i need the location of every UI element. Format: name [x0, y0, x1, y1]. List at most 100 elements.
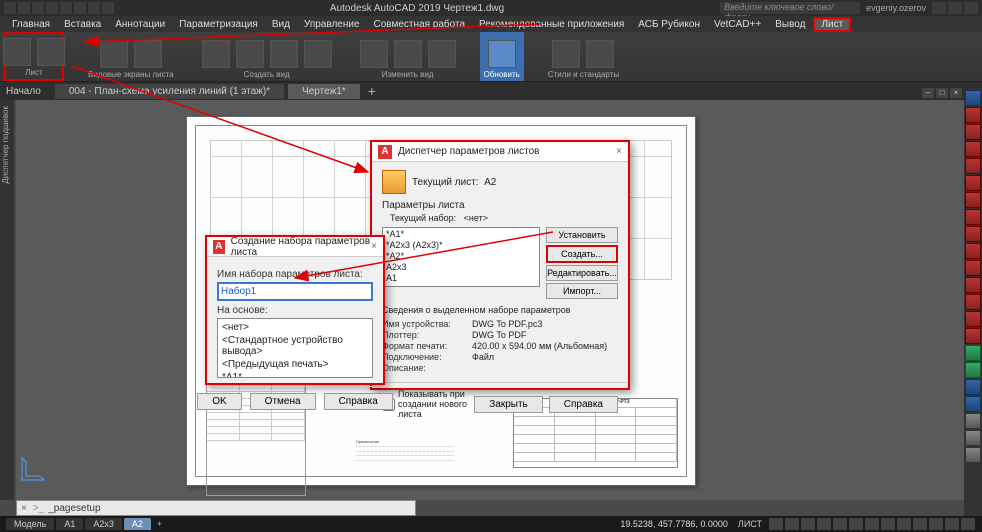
style-b-icon[interactable] [586, 40, 614, 68]
list-item[interactable]: *A1* [220, 371, 370, 378]
palette-icon[interactable] [965, 226, 981, 242]
quick-access-toolbar[interactable] [4, 2, 114, 14]
command-line[interactable]: × >_ _pagesetup [16, 500, 416, 516]
palette-icon[interactable] [965, 413, 981, 429]
edit-button[interactable]: Редактировать... [546, 265, 618, 281]
close-icon[interactable] [964, 2, 978, 14]
list-item[interactable]: A1 [386, 273, 536, 284]
new-tab-button[interactable]: + [364, 83, 380, 99]
qat-redo-icon[interactable] [102, 2, 114, 14]
menu-output[interactable]: Вывод [769, 19, 811, 30]
symbol-icon[interactable] [428, 40, 456, 68]
setname-input[interactable] [217, 282, 373, 301]
minimize-icon[interactable] [932, 2, 946, 14]
detail-view-icon[interactable] [304, 40, 332, 68]
layout-tab-a2[interactable]: A2 [124, 518, 151, 530]
list-item[interactable]: *A2* [386, 251, 536, 262]
palette-icon[interactable] [965, 107, 981, 123]
status-units-icon[interactable] [897, 518, 911, 530]
list-item[interactable]: <Стандартное устройство вывода> [220, 334, 370, 358]
help-button[interactable]: Справка [324, 393, 393, 410]
edit-view-icon[interactable] [360, 40, 388, 68]
file-tab-1[interactable]: Чертеж1* [288, 84, 360, 99]
list-item[interactable]: <Предыдущая печать> [220, 358, 370, 371]
palette-icon[interactable] [965, 277, 981, 293]
viewport-rect-icon[interactable] [100, 40, 128, 68]
sheetset-palette[interactable]: Диспетчер подшивок [0, 100, 14, 500]
status-ortho-icon[interactable] [801, 518, 815, 530]
edit-comp-icon[interactable] [394, 40, 422, 68]
qat-undo-icon[interactable] [88, 2, 100, 14]
menu-parametric[interactable]: Параметризация [173, 19, 264, 30]
palette-icon[interactable] [965, 243, 981, 259]
create-button[interactable]: Создать... [546, 245, 618, 263]
cmdline-close-icon[interactable]: × [21, 503, 27, 514]
section-view-icon[interactable] [270, 40, 298, 68]
qat-save-icon[interactable] [46, 2, 58, 14]
menu-rubicon[interactable]: АСБ Рубикон [632, 19, 706, 30]
proj-view-icon[interactable] [236, 40, 264, 68]
qat-open-icon[interactable] [32, 2, 44, 14]
palette-icon[interactable] [965, 379, 981, 395]
list-item[interactable]: <нет> [220, 321, 370, 334]
menu-apps[interactable]: Рекомендованные приложения [473, 19, 630, 30]
palette-icon[interactable] [965, 260, 981, 276]
close-button[interactable]: Закрыть [474, 396, 543, 413]
menu-layout[interactable]: Лист [813, 17, 851, 32]
layout-tab-model[interactable]: Модель [6, 518, 54, 530]
page-setup-icon[interactable] [37, 38, 65, 66]
palette-icon[interactable] [965, 141, 981, 157]
status-anno-icon[interactable] [913, 518, 927, 530]
palette-icon[interactable] [965, 158, 981, 174]
palette-icon[interactable] [965, 396, 981, 412]
viewport-clip-icon[interactable] [134, 40, 162, 68]
update-view-icon[interactable] [488, 40, 516, 68]
menu-view[interactable]: Вид [266, 19, 296, 30]
dialog-titlebar[interactable]: A Диспетчер параметров листов × [372, 142, 628, 162]
maximize-icon[interactable] [948, 2, 962, 14]
palette-icon[interactable] [965, 311, 981, 327]
palette-icon[interactable] [965, 175, 981, 191]
status-osnap-icon[interactable] [833, 518, 847, 530]
menu-insert[interactable]: Вставка [58, 19, 107, 30]
dialog-titlebar[interactable]: A Создание набора параметров листа × [207, 237, 383, 257]
menu-manage[interactable]: Управление [298, 19, 366, 30]
dialog-close-icon[interactable]: × [371, 241, 377, 252]
list-item[interactable]: *A2x3 (A2x3)* [386, 240, 536, 251]
palette-icon[interactable] [965, 294, 981, 310]
user-name[interactable]: evgeniy.ozerov [866, 3, 926, 13]
ok-button[interactable]: OK [197, 393, 241, 410]
start-tab[interactable]: Начало [6, 86, 41, 97]
layout-add-icon[interactable]: + [157, 519, 162, 529]
status-transparency-icon[interactable] [865, 518, 879, 530]
qat-new-icon[interactable] [18, 2, 30, 14]
qat-saveas-icon[interactable] [60, 2, 72, 14]
palette-icon[interactable] [965, 209, 981, 225]
new-layout-icon[interactable] [3, 38, 31, 66]
palette-icon[interactable] [965, 447, 981, 463]
list-item[interactable]: A2x3 [386, 262, 536, 273]
palette-icon[interactable] [965, 192, 981, 208]
palette-icon-globe[interactable] [965, 90, 981, 106]
layout-tab-a2x3[interactable]: A2x3 [85, 518, 122, 530]
palette-icon[interactable] [965, 362, 981, 378]
status-lwt-icon[interactable] [849, 518, 863, 530]
menu-home[interactable]: Главная [6, 19, 56, 30]
cancel-button[interactable]: Отмена [250, 393, 316, 410]
menu-annotate[interactable]: Аннотации [109, 19, 171, 30]
palette-icon[interactable] [965, 430, 981, 446]
status-grid-icon[interactable] [769, 518, 783, 530]
status-workspace-icon[interactable] [929, 518, 943, 530]
app-menu-icon[interactable] [4, 2, 16, 14]
layout-tab-a1[interactable]: A1 [56, 518, 83, 530]
palette-icon[interactable] [965, 328, 981, 344]
qat-plot-icon[interactable] [74, 2, 86, 14]
basedon-listbox[interactable]: <нет> <Стандартное устройство вывода> <П… [217, 318, 373, 378]
base-view-icon[interactable] [202, 40, 230, 68]
style-a-icon[interactable] [552, 40, 580, 68]
list-item[interactable]: *A1* [386, 229, 536, 240]
dialog-close-icon[interactable]: × [616, 146, 622, 157]
file-tab-0[interactable]: 004 - План-схема усиления линий (1 этаж)… [55, 84, 284, 99]
menu-collab[interactable]: Совместная работа [368, 19, 472, 30]
import-button[interactable]: Импорт... [546, 283, 618, 299]
